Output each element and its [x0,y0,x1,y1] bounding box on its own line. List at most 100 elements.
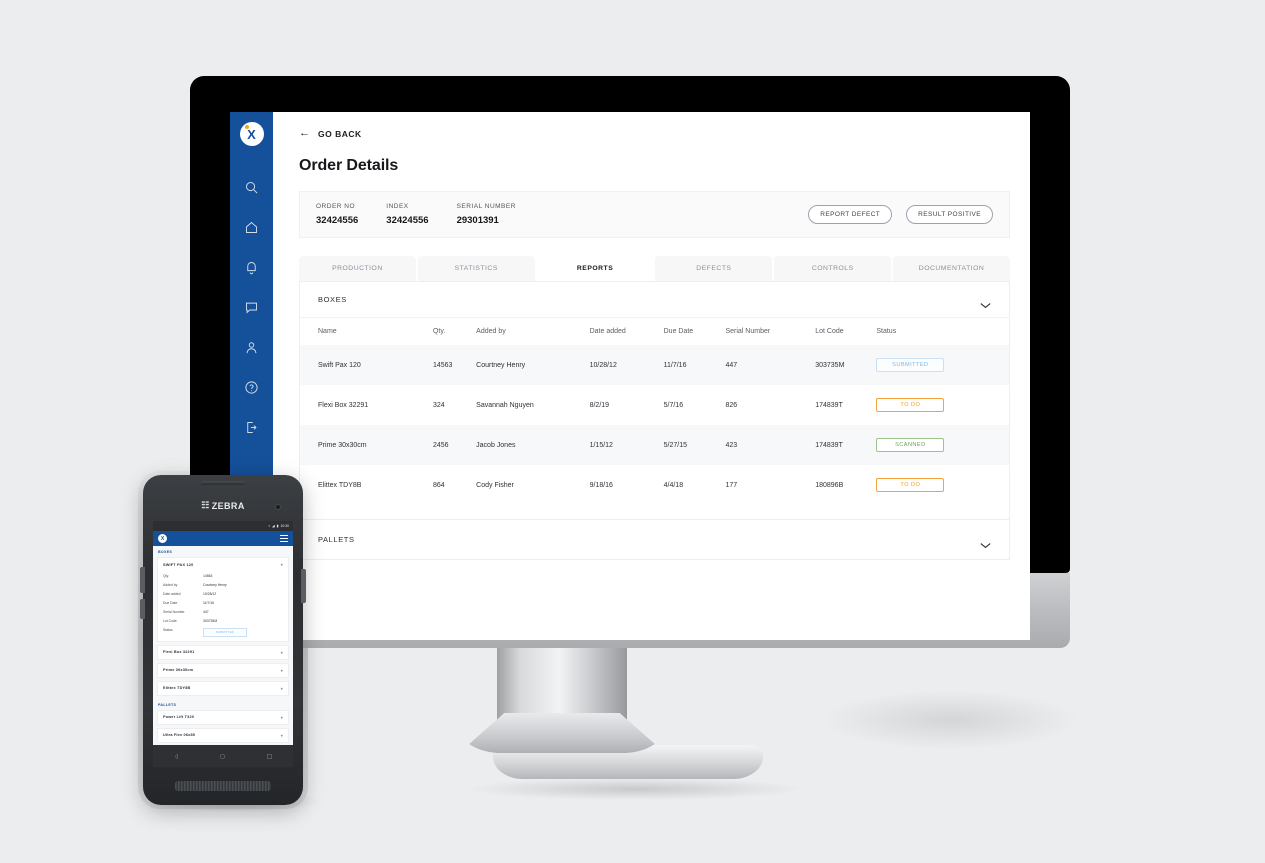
mobile-card-collapsed[interactable]: Flexi Box 32291 ▾ [157,644,289,660]
info-value: 32424556 [316,215,359,226]
battery-icon: ▮ [276,524,279,528]
order-info-bar: ORDER NO 32424556 INDEX 32424556 SERIAL … [299,191,1010,238]
result-positive-button[interactable]: RESULT POSITIVE [906,205,993,224]
sidebar-item-notifications[interactable] [232,250,272,290]
sidebar-item-search[interactable] [232,170,272,210]
chevron-down-icon[interactable]: ▾ [281,562,283,567]
tab-controls[interactable]: CONTROLS [774,256,892,281]
sidebar-item-home[interactable] [232,210,272,250]
mobile-card-header[interactable]: Ultra Flex 06x85 ▾ [158,729,288,742]
report-defect-button[interactable]: REPORT DEFECT [808,205,893,224]
cell-qty: 2456 [432,441,449,449]
tab-bar: PRODUCTION STATISTICS REPORTS DEFECTS CO… [299,256,1010,281]
mobile-detail-row: Qty. 14563 [158,571,288,580]
cell-due-date: 11/7/16 [663,361,687,369]
home-icon [244,220,259,240]
table-row[interactable]: Elittex TDY8B 864 Cody Fisher 9/18/16 4/… [300,465,1009,505]
chevron-down-icon[interactable] [980,296,991,309]
cell-date-added: 9/18/16 [589,481,613,489]
monitor-neck [497,645,627,753]
table-row[interactable]: Flexi Box 32291 324 Savannah Nguyen 8/2/… [300,385,1009,425]
boxes-panel-title: BOXES [318,295,347,304]
mobile-detail-row: Date added 10/28/12 [158,589,288,598]
hamburger-menu-icon[interactable] [280,535,288,542]
mobile-app-bar: X [153,531,293,546]
android-nav-bar [153,745,293,767]
mobile-card-header[interactable]: Elittex TDY8B ▾ [158,682,288,695]
detail-value: 11/7/16 [203,600,215,605]
info-field-serial-number: SERIAL NUMBER 29301391 [457,203,516,226]
mobile-card-header[interactable]: SWIFT PAX 120 ▾ [158,558,288,571]
cell-lot-code: 303735M [815,361,845,369]
sidebar-item-profile[interactable] [232,330,272,370]
mobile-card-collapsed[interactable]: Elittex TDY8B ▾ [157,680,289,696]
phone-volume-down-button[interactable] [140,599,145,619]
chevron-down-icon[interactable]: ▾ [281,686,283,691]
sidebar-item-logout[interactable] [232,410,272,450]
mobile-card-title: Elittex TDY8B [163,686,191,690]
sidebar-item-help[interactable] [232,370,272,410]
bell-icon [244,260,259,280]
table-row[interactable]: Swift Pax 120 14563 Courtney Henry 10/28… [300,345,1009,385]
cell-date-added: 1/15/12 [589,441,613,449]
chevron-down-icon[interactable]: ▾ [281,715,283,720]
android-status-bar: ▿ ◢ ▮ 10:30 [153,521,293,531]
status-bar-time: 10:30 [280,524,290,528]
chevron-down-icon[interactable]: ▾ [281,733,283,738]
sidebar-item-messages[interactable] [232,290,272,330]
phone-power-button[interactable] [301,569,306,603]
mobile-card-expanded: SWIFT PAX 120 ▾ Qty. 14563 Added by Cour… [157,557,289,642]
cell-due-date: 5/7/16 [663,401,684,409]
detail-key: Added by [163,582,178,587]
info-key: INDEX [386,203,409,210]
mobile-card-collapsed[interactable]: Power Lift T320 ▾ [157,709,289,725]
back-nav-icon[interactable] [173,747,180,765]
tab-reports[interactable]: REPORTS [536,256,654,281]
detail-key: Serial Number [163,609,185,614]
cell-qty: 864 [432,481,445,489]
go-back-button[interactable]: ← GO BACK [299,128,1010,139]
boxes-panel-header[interactable]: BOXES [300,282,1009,318]
cell-status: SUBMITTED [876,345,1009,385]
phone-front-camera [275,504,281,510]
phone-volume-up-button[interactable] [140,567,145,593]
mobile-card-header[interactable]: Flexi Box 32291 ▾ [158,646,288,659]
phone-speaker-grille [175,781,271,791]
boxes-table-head: Name Qty. Added by Date added Due Date S… [300,318,1009,345]
detail-key: Lot Code [163,618,177,623]
chevron-down-icon[interactable]: ▾ [281,668,283,673]
zebra-brand-name: ZEBRA [211,500,245,511]
tab-defects[interactable]: DEFECTS [655,256,773,281]
home-nav-icon[interactable] [219,747,226,765]
mobile-detail-row: Lot Code 303735M [158,616,288,625]
cell-name: Swift Pax 120 [318,361,361,369]
mobile-card-collapsed[interactable]: Ultra Flex 06x85 ▾ [157,727,289,743]
cell-added-by: Courtney Henry [476,361,526,369]
mobile-card-header[interactable]: Power Lift T320 ▾ [158,711,288,724]
info-key: ORDER NO [316,203,356,210]
app-logo[interactable]: X [239,122,264,146]
back-arrow-icon: ← [299,127,310,139]
mobile-card-collapsed[interactable]: Prime 30x30cm ▾ [157,662,289,678]
monitor-screen: X ← GO BACK Order Details ORDER NO 32424… [230,112,1030,640]
detail-value: 14563 [203,573,213,578]
tab-statistics[interactable]: STATISTICS [417,256,535,281]
table-row[interactable]: Prime 30x30cm 2456 Jacob Jones 1/15/12 5… [300,425,1009,465]
mobile-card-header[interactable]: Prime 30x30cm ▾ [158,664,288,677]
tab-production[interactable]: PRODUCTION [299,256,416,281]
col-name: Name [318,328,337,335]
detail-key: Status [163,627,173,632]
pallets-panel[interactable]: PALLETS [299,520,1010,560]
col-status: Status [876,328,897,335]
status-badge: TO DO [876,398,945,412]
logo-letter: X [247,126,256,142]
mobile-card-title: Prime 30x30cm [163,668,194,672]
chevron-down-icon[interactable]: ▾ [281,650,283,655]
chevron-down-icon[interactable] [980,536,991,549]
mobile-detail-row: Added by Courtney Henry [158,580,288,589]
tab-documentation[interactable]: DOCUMENTATION [893,256,1010,281]
info-key: SERIAL NUMBER [456,203,516,210]
recents-nav-icon[interactable] [266,747,273,765]
mobile-section-title-pallets: PALLETS [158,702,177,707]
mobile-app-logo[interactable]: X [158,534,167,543]
